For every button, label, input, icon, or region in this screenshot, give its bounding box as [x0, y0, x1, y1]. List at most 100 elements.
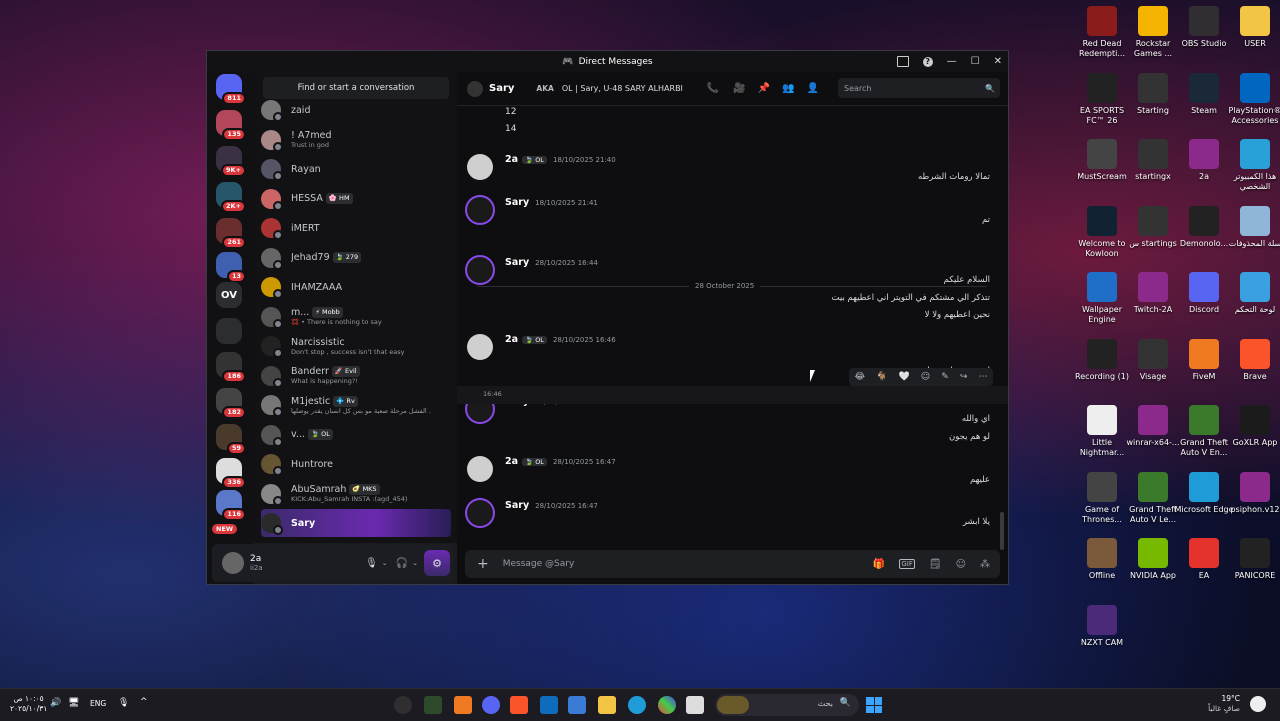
- scrollbar[interactable]: [1000, 512, 1004, 550]
- pin-icon[interactable]: 📌: [758, 83, 770, 94]
- avatar[interactable]: [467, 334, 493, 360]
- dm-item[interactable]: ! A7med Trust in god: [261, 126, 451, 154]
- message-composer[interactable]: + Message @Sary 🎁 GIF 🗒 ☺ ⁂: [465, 550, 1000, 578]
- chevron-down-icon[interactable]: ⌄: [382, 559, 388, 567]
- desktop-shortcut[interactable]: Brave: [1224, 338, 1280, 382]
- gif-icon[interactable]: GIF: [899, 559, 915, 569]
- desktop-shortcut[interactable]: NZXT CAM: [1071, 604, 1133, 648]
- speaker-icon[interactable]: 🔊: [50, 698, 61, 708]
- avatar[interactable]: [467, 154, 493, 180]
- dm-item[interactable]: m... ⚡ Mobb 💢 • There is nothing to say: [261, 303, 451, 331]
- terminal-taskbar-icon[interactable]: [424, 696, 442, 714]
- desktop-shortcut[interactable]: USER: [1224, 6, 1280, 49]
- avatar[interactable]: [467, 456, 493, 482]
- dm-item[interactable]: M1jestic 💠 Rv الفشل مرحلة صعبة مو بس كل ان…: [261, 391, 451, 419]
- app-taskbar-icon[interactable]: [686, 696, 704, 714]
- desktop-shortcut[interactable]: PlayStation® Accessories: [1224, 72, 1280, 126]
- user-avatar[interactable]: [222, 552, 244, 574]
- server-folder-icon[interactable]: [216, 318, 242, 344]
- desktop-shortcut[interactable]: سلة المحذوفات: [1224, 205, 1280, 249]
- dm-item[interactable]: Huntrore: [261, 450, 451, 478]
- message-input[interactable]: Message @Sary: [503, 559, 873, 569]
- server-server-icon[interactable]: 186: [216, 352, 246, 383]
- file-explorer-taskbar-icon[interactable]: [598, 696, 616, 714]
- emoji-icon[interactable]: ☺: [956, 559, 966, 570]
- video-call-icon[interactable]: 🎥: [733, 83, 745, 94]
- desktop-shortcut[interactable]: GoXLR App: [1224, 405, 1280, 448]
- server-server-icon[interactable]: 116: [216, 490, 246, 521]
- network-icon[interactable]: 🖥: [68, 698, 79, 708]
- dm-item[interactable]: Rayan: [261, 155, 451, 183]
- more-options-icon[interactable]: ⋯: [978, 372, 987, 382]
- dm-item[interactable]: IHAMZAAA: [261, 273, 451, 301]
- taskbar-search[interactable]: بحث 🔍: [715, 694, 859, 716]
- sticker-icon[interactable]: 🗒: [929, 559, 942, 570]
- add-friend-icon[interactable]: 👥: [782, 83, 794, 94]
- desktop-shortcut[interactable]: PANICORE: [1224, 538, 1280, 581]
- weather-widget[interactable]: 19°C صافٍ غالباً: [1208, 694, 1240, 714]
- gift-icon[interactable]: 🎁: [873, 559, 885, 570]
- dm-item[interactable]: Sary: [261, 509, 451, 537]
- close-button[interactable]: ✕: [994, 56, 1002, 67]
- help-icon[interactable]: ?: [922, 56, 933, 67]
- server-item[interactable]: OV: [216, 282, 242, 308]
- headphones-icon[interactable]: 🎧: [396, 558, 408, 569]
- search-input[interactable]: Search 🔍: [838, 78, 1000, 98]
- dm-item[interactable]: iMERT: [261, 214, 451, 242]
- outlook-taskbar-icon[interactable]: [540, 696, 558, 714]
- copilot-taskbar-icon[interactable]: [658, 696, 676, 714]
- server-server-icon[interactable]: 2K+: [216, 182, 246, 213]
- clock-date[interactable]: ٢٠٢٥/١٠/٣١: [10, 704, 47, 714]
- server-server-icon[interactable]: 135: [216, 110, 246, 141]
- server-server-icon[interactable]: 261: [216, 218, 246, 249]
- reaction-laugh-icon[interactable]: 😂: [855, 372, 866, 382]
- server-server-icon[interactable]: 59: [216, 424, 246, 455]
- avatar[interactable]: [467, 257, 493, 283]
- store-taskbar-icon[interactable]: [568, 696, 586, 714]
- avatar[interactable]: [467, 197, 493, 223]
- settings-gear-icon[interactable]: ⚙: [424, 550, 450, 576]
- weather-icon[interactable]: [1250, 696, 1266, 712]
- dm-item[interactable]: HESSA 🌸 HM: [261, 185, 451, 213]
- start-button[interactable]: [866, 697, 882, 713]
- server-server-icon[interactable]: 336: [216, 458, 246, 489]
- chevron-up-icon[interactable]: ^: [140, 697, 148, 707]
- inbox-icon[interactable]: [896, 56, 909, 67]
- server-server-icon[interactable]: 9K+: [216, 146, 246, 177]
- discord-taskbar-icon[interactable]: [482, 696, 500, 714]
- language-indicator[interactable]: ENG: [90, 699, 106, 708]
- add-attachment-icon[interactable]: +: [477, 556, 489, 572]
- apps-icon[interactable]: ⁂: [980, 559, 990, 570]
- dm-item[interactable]: Jehad79 🍃 279: [261, 244, 451, 272]
- minimize-button[interactable]: —: [947, 56, 957, 67]
- channel-name[interactable]: Sary: [489, 83, 514, 94]
- reaction-heart-icon[interactable]: 🤍: [898, 372, 909, 382]
- chevron-down-icon[interactable]: ⌄: [412, 559, 418, 567]
- dm-item[interactable]: Banderr 🚀 Evil What is happening?!: [261, 362, 451, 390]
- avatar[interactable]: [467, 500, 493, 526]
- aka-names[interactable]: OL | Sary, U-48 SARY ALHARBI: [562, 84, 683, 93]
- mic-icon[interactable]: 🎙: [365, 558, 378, 569]
- voice-call-icon[interactable]: 📞: [707, 83, 719, 94]
- maximize-button[interactable]: ☐: [971, 56, 980, 67]
- microphone-icon[interactable]: 🎙: [118, 698, 129, 708]
- reaction-goat-icon[interactable]: 🐐: [876, 372, 887, 382]
- user-profile-icon[interactable]: 👤: [807, 83, 819, 94]
- clock-time[interactable]: ١٠:٠٥ ص: [10, 694, 47, 704]
- fivem-taskbar-icon[interactable]: [454, 696, 472, 714]
- dm-item[interactable]: zaid: [261, 96, 451, 124]
- server-server-icon[interactable]: 13: [216, 252, 246, 283]
- edge-taskbar-icon[interactable]: [628, 696, 646, 714]
- desktop-shortcut[interactable]: هذا الكمبيوتر الشخصي: [1224, 139, 1280, 192]
- desktop-shortcut[interactable]: psiphon.v12: [1224, 471, 1280, 515]
- desktop-shortcut[interactable]: لوحة التحكم: [1224, 272, 1280, 315]
- dm-item[interactable]: Narcissistic Don't stop , success isn't t…: [261, 332, 451, 360]
- reply-icon[interactable]: ↪: [960, 372, 968, 382]
- dm-item[interactable]: v... 🍃 OL: [261, 421, 451, 449]
- obs-taskbar-icon[interactable]: [394, 696, 412, 714]
- server-discord-logo-icon[interactable]: 811: [216, 74, 246, 105]
- dm-item[interactable]: AbuSamrah 🥑 MKS KICK:Abu_Samrah INSTA :(ag…: [261, 480, 451, 508]
- edit-icon[interactable]: ✎: [941, 372, 949, 382]
- add-reaction-icon[interactable]: ☺: [921, 372, 930, 382]
- server-server-icon[interactable]: 182: [216, 388, 246, 419]
